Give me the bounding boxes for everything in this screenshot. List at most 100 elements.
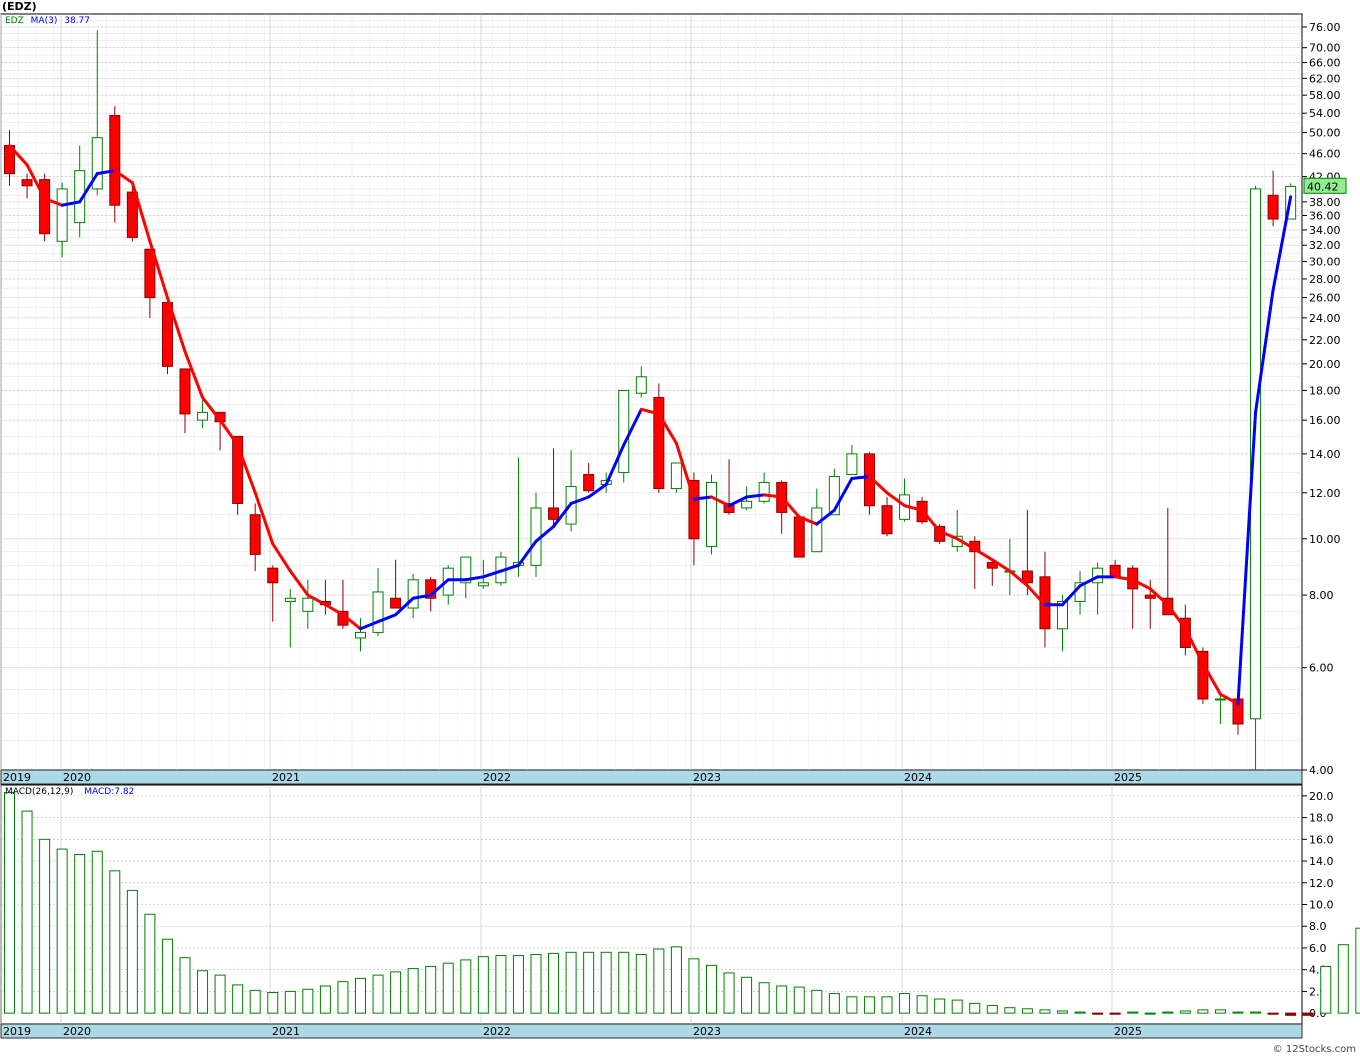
price-tick-label: 34.00 (1309, 224, 1341, 237)
price-tick-label: 4.00 (1309, 764, 1334, 777)
candle-body (284, 597, 296, 602)
macd-bar (530, 953, 542, 1014)
price-legend: EDZ MA(3) 38.77 (5, 16, 90, 26)
chart-title: (EDZ) (2, 0, 37, 13)
price-tick-label: 26.00 (1309, 292, 1341, 305)
macd-bar (144, 913, 156, 1014)
macd-bar (881, 996, 893, 1014)
price-tick-label: 8.00 (1309, 589, 1334, 602)
macd-bar (372, 974, 384, 1014)
macd-bar (1232, 1011, 1244, 1014)
chart-svg: 4.00 6.00 8.00 10.00 12.00 14.00 16.00 18.00 20.… (0, 13, 1360, 1039)
candle-body (741, 500, 753, 509)
macd-bar (495, 955, 507, 1014)
macd-bar (390, 971, 402, 1014)
macd-bar (442, 962, 454, 1014)
macd-bar (1039, 1009, 1051, 1014)
price-tick-label: 38.00 (1309, 196, 1341, 209)
price-year-label: 2020 (63, 771, 91, 784)
macd-tick-label: 12.0 (1309, 877, 1334, 890)
price-tick-label: 28.00 (1309, 273, 1341, 286)
macd-tick-label: 10.0 (1309, 899, 1334, 912)
price-tick-label: 10.00 (1309, 533, 1341, 546)
macd-bar (1074, 1011, 1086, 1014)
candle-body (407, 579, 419, 609)
candle-body (355, 631, 366, 639)
macd-value: MACD:7.82 (84, 787, 135, 797)
macd-bar (758, 982, 770, 1014)
macd-bar (863, 996, 875, 1014)
price-tick-label: 6.00 (1309, 662, 1334, 675)
macd-bar (1320, 965, 1332, 1014)
symbol-label: EDZ (5, 16, 24, 26)
candle-body (267, 567, 279, 584)
price-tick-label: 70.00 (1309, 42, 1341, 55)
macd-year-label: 2023 (693, 1025, 721, 1038)
macd-bar (688, 958, 700, 1014)
candle-body (670, 462, 682, 490)
candle-body (653, 397, 665, 490)
macd-bar (1214, 1009, 1226, 1014)
candle-body (881, 505, 893, 535)
macd-bar (1004, 1007, 1016, 1014)
macd-bar (197, 970, 209, 1014)
price-tick-label: 32.00 (1309, 239, 1341, 252)
macd-bar (1302, 1012, 1314, 1016)
price-tick-label: 18.00 (1309, 384, 1341, 397)
price-year-label: 2022 (483, 771, 511, 784)
candle-body (1214, 698, 1226, 701)
candle-body (548, 507, 560, 520)
macd-legend: MACD(26,12,9) MACD:7.82 (5, 787, 134, 797)
price-tick-label: 54.00 (1309, 107, 1341, 120)
candle-body (583, 474, 595, 492)
macd-bar (302, 988, 314, 1014)
watermark: © 12Stocks.com (1272, 1044, 1356, 1055)
macd-bar (1285, 1012, 1297, 1016)
macd-bar (1337, 944, 1349, 1014)
macd-bar (583, 951, 595, 1014)
candle-body (109, 115, 121, 206)
candle-body (56, 188, 68, 242)
candle-body (793, 516, 805, 558)
macd-bar (1179, 1010, 1191, 1014)
macd-tick-label: 14.0 (1309, 855, 1334, 868)
price-tick-label: 20.00 (1309, 358, 1341, 371)
price-date-axis (0, 769, 1303, 785)
price-tick-label: 30.00 (1309, 256, 1341, 269)
price-tick-label: 62.00 (1309, 72, 1341, 85)
macd-bar (670, 946, 682, 1014)
macd-bar (916, 995, 928, 1014)
macd-bar (74, 854, 86, 1014)
price-tick-label: 46.00 (1309, 148, 1341, 161)
macd-bar (899, 993, 911, 1014)
macd-bar (934, 998, 946, 1014)
macd-bar (319, 985, 331, 1014)
macd-bar (512, 955, 524, 1014)
macd-bar (565, 951, 577, 1014)
macd-bar (425, 965, 437, 1014)
macd-tick-label: 16.0 (1309, 833, 1334, 846)
candle-body (1109, 564, 1121, 578)
price-tick-label: 76.00 (1309, 21, 1341, 34)
macd-bar (1267, 1012, 1279, 1015)
last-price-text: 40.42 (1307, 180, 1339, 193)
price-tick-label: 16.00 (1309, 414, 1341, 427)
macd-year-label: 2022 (483, 1025, 511, 1038)
macd-bar (337, 981, 349, 1014)
candle-body (1144, 594, 1156, 599)
macd-bar (635, 953, 647, 1014)
macd-tick-label: 18.0 (1309, 812, 1334, 825)
macd-tick-label: 6.0 (1309, 942, 1327, 955)
macd-year-label: 2020 (63, 1025, 91, 1038)
macd-date-axis (0, 1023, 1303, 1039)
macd-bar (776, 985, 788, 1014)
macd-bar (126, 889, 138, 1014)
macd-bar (600, 951, 612, 1014)
candle-body (706, 481, 717, 547)
price-year-label: 2021 (272, 771, 300, 784)
macd-bar (1021, 1008, 1033, 1014)
ma-segment (692, 495, 713, 501)
candle-body (477, 582, 489, 587)
macd-bar (21, 810, 33, 1014)
macd-year-label: 2025 (1114, 1025, 1142, 1038)
